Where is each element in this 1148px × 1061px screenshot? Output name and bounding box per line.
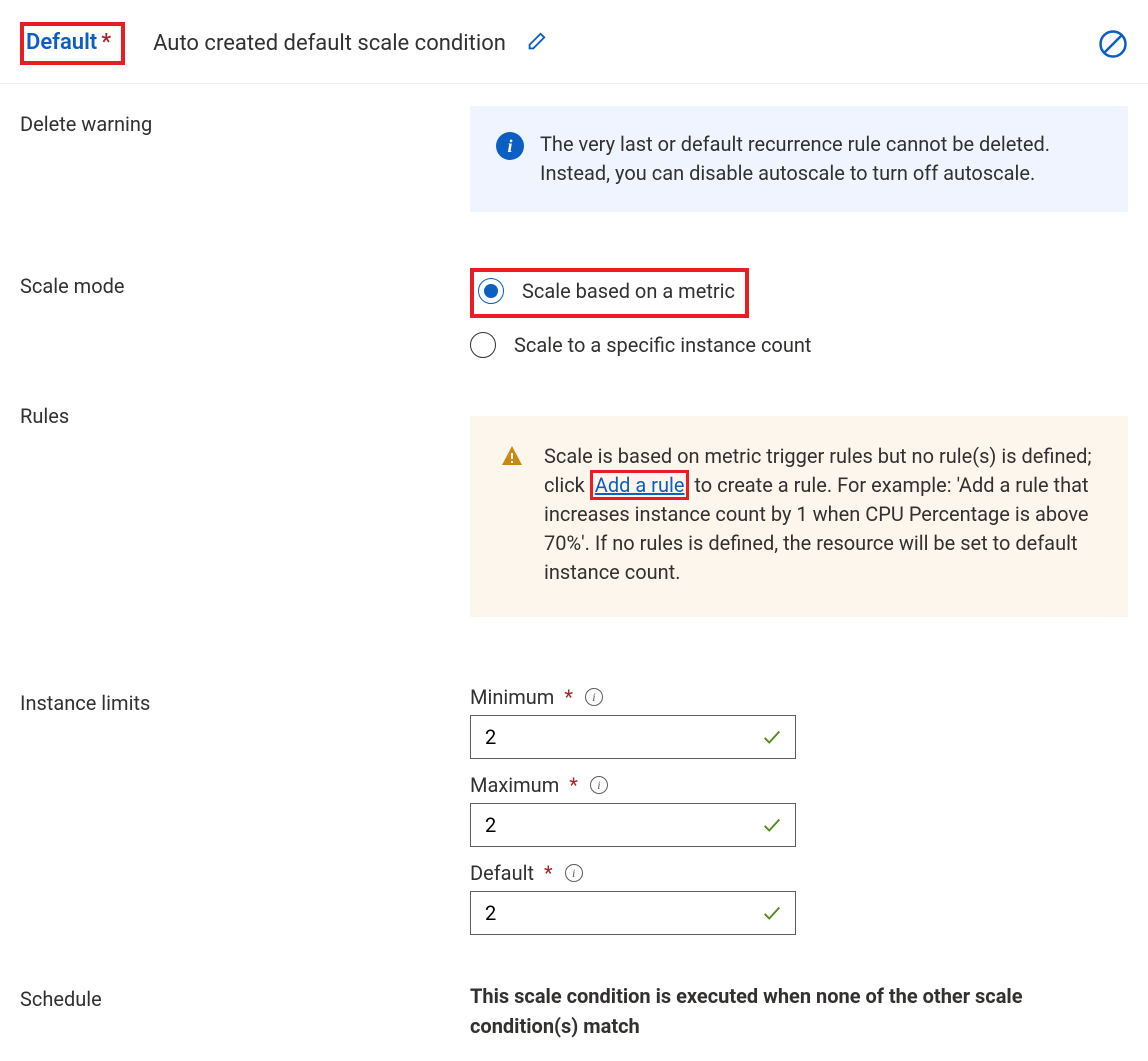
radio-scale-metric-label: Scale based on a metric: [522, 279, 735, 303]
default-input-wrapper: [470, 891, 796, 935]
add-rule-link[interactable]: Add a rule: [595, 473, 685, 497]
label-delete-warning: Delete warning: [20, 106, 470, 136]
radio-icon: [470, 332, 496, 358]
row-delete-warning: Delete warning i The very last or defaul…: [0, 84, 1148, 212]
info-icon[interactable]: i: [590, 776, 608, 794]
header: Default * Auto created default scale con…: [0, 0, 1148, 84]
label-scale-mode: Scale mode: [20, 268, 470, 298]
delete-warning-text: The very last or default recurrence rule…: [540, 130, 1102, 188]
check-icon: [761, 902, 783, 924]
radio-icon: [478, 278, 504, 304]
default-input[interactable]: [483, 900, 761, 926]
condition-title: Default *: [20, 22, 125, 65]
info-icon[interactable]: i: [585, 688, 603, 706]
condition-title-text: Default: [26, 30, 97, 55]
add-rule-highlight: Add a rule: [590, 470, 690, 500]
required-asterisk: *: [544, 861, 553, 885]
rules-warning-text: Scale is based on metric trigger rules b…: [544, 442, 1098, 587]
maximum-input-wrapper: [470, 803, 796, 847]
condition-subtitle: Auto created default scale condition: [153, 31, 1098, 56]
minimum-label: Minimum * i: [470, 685, 1128, 709]
minimum-label-text: Minimum: [470, 685, 554, 709]
warning-icon: [500, 444, 526, 587]
radio-scale-count-label: Scale to a specific instance count: [514, 333, 811, 357]
info-icon: i: [496, 132, 524, 160]
required-asterisk: *: [101, 30, 111, 55]
maximum-label-text: Maximum: [470, 773, 559, 797]
row-schedule: Schedule This scale condition is execute…: [0, 949, 1148, 1061]
schedule-text: This scale condition is executed when no…: [470, 981, 1128, 1041]
check-icon: [761, 726, 783, 748]
info-icon[interactable]: i: [565, 864, 583, 882]
delete-disabled-icon: [1098, 29, 1128, 59]
minimum-input[interactable]: [483, 724, 761, 750]
maximum-input[interactable]: [483, 812, 761, 838]
radio-scale-metric[interactable]: Scale based on a metric: [478, 278, 735, 304]
default-label: Default * i: [470, 861, 1128, 885]
edit-icon[interactable]: [525, 31, 547, 53]
row-rules: Rules Scale is based on metric trigger r…: [0, 372, 1148, 617]
required-asterisk: *: [564, 685, 573, 709]
condition-subtitle-text: Auto created default scale condition: [153, 31, 506, 56]
delete-warning-banner: i The very last or default recurrence ru…: [470, 106, 1128, 212]
minimum-input-wrapper: [470, 715, 796, 759]
radio-scale-count[interactable]: Scale to a specific instance count: [470, 332, 1128, 358]
required-asterisk: *: [569, 773, 578, 797]
row-instance-limits: Instance limits Minimum * i Maximum * i …: [0, 617, 1148, 949]
label-instance-limits: Instance limits: [20, 685, 470, 715]
label-schedule: Schedule: [20, 981, 470, 1011]
row-scale-mode: Scale mode Scale based on a metric Scale…: [0, 212, 1148, 372]
check-icon: [761, 814, 783, 836]
rules-warning-banner: Scale is based on metric trigger rules b…: [470, 416, 1128, 617]
radio-scale-metric-wrapper: Scale based on a metric: [470, 268, 1128, 318]
maximum-label: Maximum * i: [470, 773, 1128, 797]
radio-scale-metric-highlight: Scale based on a metric: [470, 268, 749, 318]
label-rules: Rules: [20, 398, 470, 428]
default-label-text: Default: [470, 861, 534, 885]
